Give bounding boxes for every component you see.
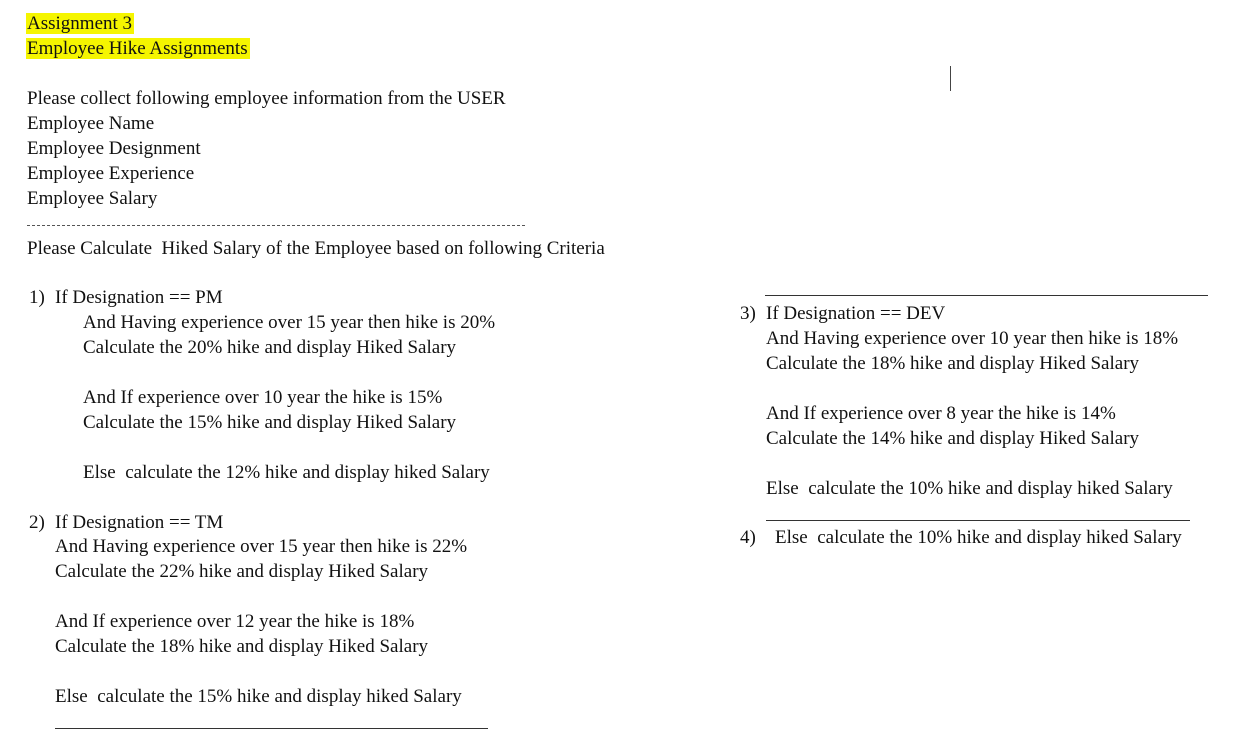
rule-2-underline <box>55 728 488 729</box>
rule-1-line-1: And Having experience over 15 year then … <box>83 312 496 333</box>
rule-2-line-1: And Having experience over 15 year then … <box>55 536 468 557</box>
rule-2-line-5: Else calculate the 15% hike and display … <box>55 686 462 707</box>
rule-1-heading: If Designation == PM <box>55 287 223 308</box>
rule-1-number: 1) <box>29 287 45 308</box>
rule-3-line-5: Else calculate the 10% hike and display … <box>766 478 1173 499</box>
intro-prompt: Please collect following employee inform… <box>27 88 506 109</box>
rule-3-line-1: And Having experience over 10 year then … <box>766 328 1179 349</box>
rule-2-line-4: Calculate the 18% hike and display Hiked… <box>55 636 429 657</box>
rule-3-line-4: Calculate the 14% hike and display Hiked… <box>766 428 1140 449</box>
field-employee-experience: Employee Experience <box>27 163 195 184</box>
rule-3-line-2: Calculate the 18% hike and display Hiked… <box>766 353 1140 374</box>
title-line-1: Assignment 3 <box>26 13 135 34</box>
field-employee-designment: Employee Designment <box>27 138 201 159</box>
separator-dashed <box>27 225 525 226</box>
rule-1-line-3: And If experience over 10 year the hike … <box>83 387 443 408</box>
rule-3-line-3: And If experience over 8 year the hike i… <box>766 403 1116 424</box>
rule-1-line-2: Calculate the 20% hike and display Hiked… <box>83 337 457 358</box>
rule-3-underline <box>766 520 1190 521</box>
rule-4-heading: Else calculate the 10% hike and display … <box>775 527 1182 548</box>
rule-4-number: 4) <box>740 527 756 548</box>
rule-2-line-2: Calculate the 22% hike and display Hiked… <box>55 561 429 582</box>
rule-1-line-4: Calculate the 15% hike and display Hiked… <box>83 412 457 433</box>
field-employee-salary: Employee Salary <box>27 188 158 209</box>
rule-2-line-3: And If experience over 12 year the hike … <box>55 611 415 632</box>
criteria-heading: Please Calculate Hiked Salary of the Emp… <box>27 238 605 259</box>
rule-2-heading: If Designation == TM <box>55 512 224 533</box>
field-employee-name: Employee Name <box>27 113 155 134</box>
text-cursor <box>950 66 951 91</box>
rule-3-topline <box>765 295 1208 296</box>
rule-1-line-5: Else calculate the 12% hike and display … <box>83 462 490 483</box>
rule-3-heading: If Designation == DEV <box>766 303 946 324</box>
title-line-2: Employee Hike Assignments <box>26 38 250 59</box>
rule-2-number: 2) <box>29 512 45 533</box>
rule-3-number: 3) <box>740 303 756 324</box>
